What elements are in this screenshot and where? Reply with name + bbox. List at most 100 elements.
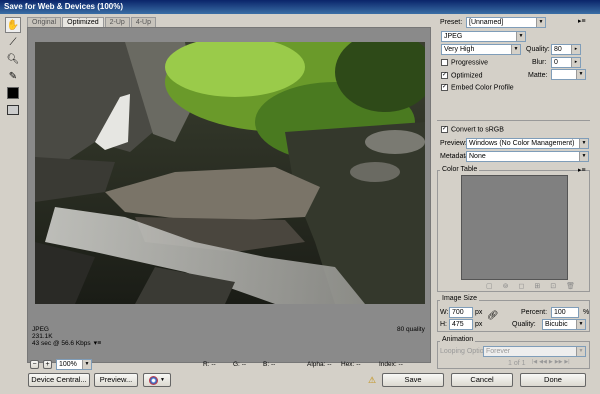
alpha-value: --: [327, 361, 332, 368]
looping-value: Forever: [486, 348, 511, 355]
width-field[interactable]: 700: [449, 307, 473, 318]
convert-check[interactable]: ✓: [441, 126, 448, 133]
tab-original[interactable]: Original: [27, 17, 62, 27]
percent-unit: %: [583, 309, 590, 316]
last-frame-icon[interactable]: ▶|: [564, 359, 569, 365]
alpha-label: Alpha:: [307, 361, 326, 368]
progressive-check[interactable]: [441, 59, 448, 66]
r-value: --: [211, 361, 216, 368]
format-value: JPEG: [444, 33, 463, 40]
delete-color-icon[interactable]: 🗑︎: [566, 282, 575, 290]
percent-label: Percent:: [521, 309, 548, 316]
chevron-down-icon: ▼: [576, 70, 585, 79]
color-swatch-icon[interactable]: [5, 85, 21, 101]
first-frame-icon[interactable]: |◀: [532, 359, 537, 365]
optimized-checkbox[interactable]: ✓ Optimized: [441, 72, 483, 79]
zoom-in-button[interactable]: +: [43, 360, 52, 369]
zoom-out-button[interactable]: −: [30, 360, 39, 369]
quality-field[interactable]: 80 ▸: [551, 44, 581, 55]
play-icon[interactable]: ▶: [549, 359, 553, 365]
r-readout: R: --: [203, 361, 229, 368]
matte-select[interactable]: ▼: [551, 69, 586, 80]
zoom-icon[interactable]: 🔍︎: [5, 51, 21, 67]
menu-icon[interactable]: ▾≡: [94, 340, 102, 347]
map-transparency-icon[interactable]: ◻: [519, 282, 525, 290]
preview-time: 43 sec @ 56.6 Kbps ▾≡: [32, 340, 101, 347]
height-unit: px: [475, 321, 483, 328]
zoom-level-field[interactable]: 100% ▼: [56, 359, 92, 370]
format-select[interactable]: JPEG ▼: [441, 31, 526, 42]
looping-select[interactable]: Forever ▼: [483, 346, 586, 357]
chevron-down-icon: ▼: [576, 347, 585, 356]
r-label: R:: [203, 361, 210, 368]
prev-frame-icon[interactable]: ◀◀: [539, 359, 547, 365]
metadata-select[interactable]: None ▼: [466, 151, 589, 162]
chevron-down-icon: ▼: [576, 320, 585, 329]
quality-preset-select[interactable]: Very High ▼: [441, 44, 521, 55]
height-label: H:: [440, 321, 447, 328]
image-size-title: Image Size: [440, 295, 480, 302]
toggle-slices-icon[interactable]: [5, 102, 21, 118]
b-label: B:: [263, 361, 270, 368]
next-frame-icon[interactable]: ▶▶: [555, 359, 563, 365]
percent-field[interactable]: 100: [551, 307, 579, 318]
preview-button[interactable]: Preview...: [94, 373, 138, 387]
preset-select[interactable]: [Unnamed] ▼: [466, 17, 546, 28]
quality-label: Quality:: [526, 46, 550, 53]
lock-icon[interactable]: ⊚: [503, 282, 509, 290]
resample-quality-select[interactable]: Bicubic ▼: [542, 319, 586, 330]
animation-title: Animation: [440, 336, 476, 343]
tab-2up[interactable]: 2-Up: [104, 17, 130, 27]
width-unit: px: [475, 309, 483, 316]
browser-select[interactable]: ▼: [143, 373, 171, 387]
cancel-button[interactable]: Cancel: [451, 373, 513, 387]
web-snap-icon[interactable]: ▢: [486, 282, 493, 290]
eyedropper-icon[interactable]: ✎: [5, 68, 21, 84]
device-central-button[interactable]: Device Central...: [28, 373, 90, 387]
optimize-menu-icon[interactable]: ▸≡: [578, 17, 586, 25]
quality-preset-value: Very High: [444, 46, 475, 53]
resample-quality-value: Bicubic: [545, 321, 568, 328]
color-table-menu-icon[interactable]: ▸≡: [578, 166, 586, 174]
embed-profile-checkbox[interactable]: ✓ Embed Color Profile: [441, 84, 514, 91]
width-label: W:: [440, 309, 449, 316]
chevron-down-icon[interactable]: ▼: [82, 360, 91, 369]
embed-check[interactable]: ✓: [441, 84, 448, 91]
color-table-title: Color Table: [440, 166, 480, 173]
hand-icon[interactable]: ✋: [5, 17, 21, 33]
chevron-down-icon: ▼: [160, 377, 165, 383]
alpha-readout: Alpha: --: [307, 361, 337, 368]
preview-value: Windows (No Color Management): [469, 140, 575, 147]
preview-image[interactable]: [35, 42, 425, 304]
embed-label: Embed Color Profile: [451, 84, 514, 92]
progressive-checkbox[interactable]: Progressive: [441, 59, 488, 66]
blur-field[interactable]: 0 ▸: [551, 57, 581, 68]
preset-value: [Unnamed]: [469, 19, 504, 26]
done-button[interactable]: Done: [520, 373, 586, 387]
optimized-check[interactable]: ✓: [441, 72, 448, 79]
frame-counter: 1 of 1: [508, 360, 526, 367]
tab-4up[interactable]: 4-Up: [130, 17, 157, 27]
divider: [437, 120, 590, 121]
hex-readout: Hex: --: [341, 361, 375, 368]
color-table-toolbar: ▢ ⊚ ◻ ⊞ ⊡ 🗑︎: [486, 282, 575, 290]
view-tabs: Original Optimized 2-Up 4-Up: [27, 17, 157, 27]
tab-optimized[interactable]: Optimized: [62, 17, 104, 27]
browser-icon: [149, 375, 159, 385]
save-button[interactable]: Save: [382, 373, 444, 387]
new-color-icon[interactable]: ⊡: [550, 282, 556, 290]
shift-web-icon[interactable]: ⊞: [534, 282, 540, 290]
window-title: Save for Web & Devices (100%): [0, 0, 600, 14]
color-table-swatches[interactable]: [461, 175, 568, 280]
zoom-control: − + 100% ▼: [30, 359, 92, 370]
height-field[interactable]: 475: [449, 319, 473, 330]
preset-label: Preset:: [440, 19, 463, 26]
link-icon[interactable]: 🔗︎: [487, 310, 498, 321]
slice-select-icon[interactable]: ⟋: [5, 34, 21, 50]
preview-select[interactable]: Windows (No Color Management) ▼: [466, 138, 589, 149]
convert-srgb-checkbox[interactable]: ✓ Convert to sRGB: [441, 126, 504, 133]
zoom-level: 100%: [59, 361, 77, 368]
chevron-down-icon: ▼: [579, 152, 588, 161]
chevron-down-icon: ▼: [579, 139, 588, 148]
metadata-value: None: [469, 153, 486, 160]
